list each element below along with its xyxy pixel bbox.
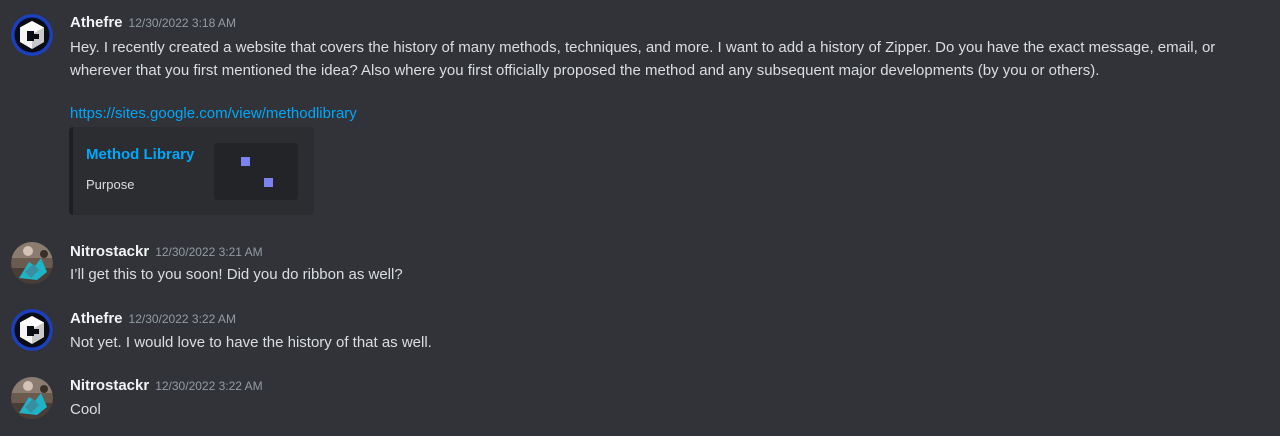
photo-avatar-icon	[11, 242, 53, 284]
athefre-avatar[interactable]	[11, 309, 53, 351]
timestamp: 12/30/2022 3:22 AM	[155, 379, 263, 393]
photo-avatar-icon	[11, 377, 53, 419]
message-content: Hey. I recently created a website that c…	[70, 39, 1216, 79]
message-header: Nitrostackr 12/30/2022 3:22 AM	[70, 377, 263, 397]
nitrostackr-avatar[interactable]	[11, 242, 53, 284]
username[interactable]: Athefre	[70, 310, 123, 327]
username[interactable]: Nitrostackr	[70, 243, 149, 260]
message-header: Athefre 12/30/2022 3:22 AM	[70, 310, 236, 330]
embed-thumbnail[interactable]	[214, 143, 298, 200]
thumbnail-square	[264, 178, 273, 187]
cube-logo-icon	[11, 14, 53, 56]
username[interactable]: Nitrostackr	[70, 377, 149, 394]
nitrostackr-avatar[interactable]	[11, 377, 53, 419]
message-header: Nitrostackr 12/30/2022 3:21 AM	[70, 243, 263, 263]
cube-logo-icon	[11, 309, 53, 351]
message-content: Cool	[70, 401, 101, 418]
username[interactable]: Athefre	[70, 14, 123, 31]
embed-title[interactable]: Method Library	[86, 146, 194, 163]
message-header: Athefre 12/30/2022 3:18 AM	[70, 14, 236, 34]
embed-description: Purpose	[86, 177, 135, 192]
athefre-avatar[interactable]	[11, 14, 53, 56]
thumbnail-square	[241, 157, 250, 166]
chat-messages: Athefre 12/30/2022 3:18 AM Hey. I recentl…	[0, 0, 1280, 436]
message-link[interactable]: https://sites.google.com/view/methodlibr…	[70, 105, 357, 122]
timestamp: 12/30/2022 3:22 AM	[128, 312, 236, 326]
link-embed: Method Library Purpose	[69, 127, 314, 215]
timestamp: 12/30/2022 3:21 AM	[155, 245, 263, 259]
message-content: I’ll get this to you soon! Did you do ri…	[70, 266, 403, 283]
timestamp: 12/30/2022 3:18 AM	[128, 16, 236, 30]
message-content: Not yet. I would love to have the histor…	[70, 334, 432, 351]
